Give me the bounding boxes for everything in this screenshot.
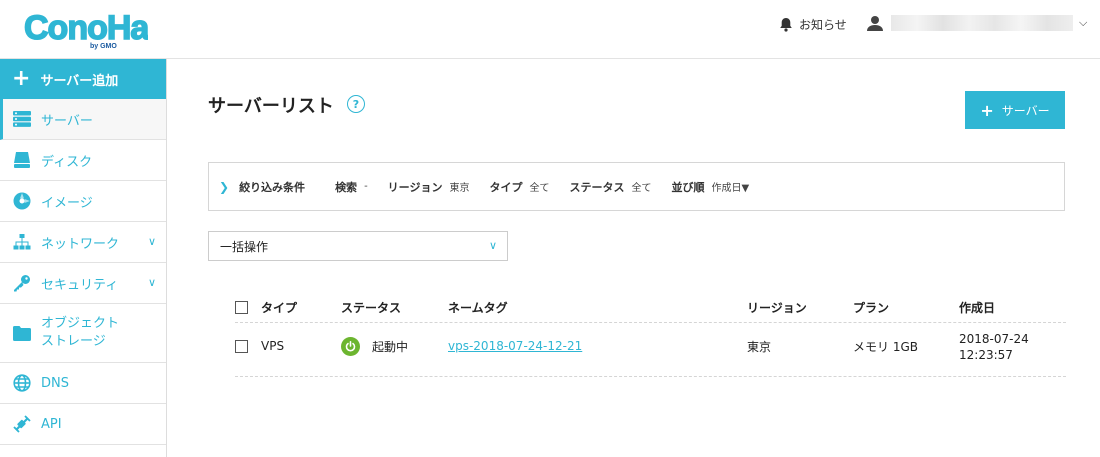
user-menu[interactable]: ⌵ [867,12,1087,34]
bulk-action-value: 一括操作 [220,239,269,254]
globe-icon [12,373,32,393]
row-name-tag: vps-2018-07-24-12-21 [448,323,582,369]
filter-search-value: - [364,181,368,192]
notice-label: お知らせ [799,17,847,32]
top-header: ConoHa by GMO お知らせ ⌵ [0,0,1100,59]
chevron-down-icon: ∨ [147,276,156,289]
disk-icon [12,150,32,170]
add-server-button-label: サーバー [1001,103,1050,118]
header-created-date[interactable]: 作成日 [959,291,995,323]
row-created-date: 2018-07-24 12:23:57 [959,332,1029,362]
sidebar-item-label: サーバー [41,113,93,129]
status-label: 起動中 [372,339,409,354]
filter-search-label: 検索 [335,180,358,194]
add-server-button[interactable]: + サーバー [965,91,1065,129]
select-all-checkbox[interactable] [235,291,248,323]
image-icon [12,191,32,211]
sidebar-item-label: イメージ [41,195,93,211]
filter-region-value: 東京 [449,183,470,194]
svg-text:by GMO: by GMO [90,43,117,50]
filter-title[interactable]: 絞り込み条件 [239,179,305,195]
table-header-row: タイプ ステータス ネームタグ リージョン プラン 作成日 [235,291,1066,323]
header-region[interactable]: リージョン [747,291,807,323]
sidebar-item-label: ネットワーク [41,236,120,252]
sidebar-item-label: DNS [41,375,69,391]
plus-icon: + [980,100,994,120]
header-type[interactable]: タイプ [261,291,297,323]
sidebar-item-security[interactable]: セキュリティ ∨ [0,263,166,304]
svg-text:ConoHa: ConoHa [24,9,148,47]
folder-icon [12,323,32,343]
row-region: 東京 [747,339,772,354]
bulk-action-select[interactable]: 一括操作 ∨ [208,231,508,261]
user-name-redacted [891,15,1073,31]
bell-icon [780,17,792,32]
notice-link[interactable]: お知らせ [779,14,847,34]
sidebar-item-label: ディスク [41,154,93,170]
table-row[interactable]: VPS 起動中 vps-2018-07-24-12-21 東京 メモリ 1GB … [235,323,1066,377]
sidebar-item-disk[interactable]: ディスク [0,140,166,181]
filter-region-label: リージョン [387,180,443,194]
filter-status-label: ステータス [569,180,625,194]
filter-type-value: 全て [529,183,550,194]
header-status[interactable]: ステータス [341,291,401,323]
sidebar-item-label: オブジェクト ストレージ [41,316,120,349]
filter-panel[interactable]: ❯ 絞り込み条件 検索 - リージョン 東京 タイプ 全て ステータス 全て 並… [208,162,1065,211]
plus-icon: + [12,66,31,91]
chevron-down-icon: ⌵ [1079,16,1088,29]
chevron-down-icon: ∨ [488,239,497,252]
row-checkbox[interactable] [235,323,248,369]
key-icon [12,273,32,293]
sidebar-item-server[interactable]: サーバー [0,99,166,140]
sidebar-item-label: API [41,416,62,432]
filter-type-label: タイプ [489,180,523,194]
add-server-label: サーバー追加 [40,73,119,89]
sidebar-item-network[interactable]: ネットワーク ∨ [0,222,166,263]
row-status: 起動中 [341,323,408,369]
chevron-down-icon: ∨ [147,235,156,248]
filter-sort-label: 並び順 [671,180,705,194]
server-table: タイプ ステータス ネームタグ リージョン プラン 作成日 VPS 起動中 vp… [235,291,1066,377]
header-plan[interactable]: プラン [853,291,889,323]
filter-sort-value: 作成日▼ [711,183,750,194]
filter-status-value: 全て [631,183,652,194]
chevron-right-icon[interactable]: ❯ [219,180,229,194]
help-icon[interactable]: ? [347,95,365,113]
server-name-link[interactable]: vps-2018-07-24-12-21 [448,339,582,353]
sidebar-item-label: セキュリティ [41,277,119,293]
network-icon [12,232,32,252]
api-icon [12,414,32,434]
add-server-sidebar-button[interactable]: + サーバー追加 [0,59,166,99]
page-title: サーバーリスト [208,96,334,117]
main-content: サーバーリスト ? + サーバー ❯ 絞り込み条件 検索 - リージョン 東京 … [168,59,1100,457]
sidebar-item-image[interactable]: イメージ [0,181,166,222]
user-icon [867,16,883,31]
conoha-logo[interactable]: ConoHa by GMO [24,6,148,52]
sidebar: + サーバー追加 サーバー ディスク イメージ ネットワーク ∨ セキュリティ … [0,59,167,457]
power-icon [341,336,360,356]
sidebar-item-object-storage[interactable]: オブジェクト ストレージ [0,304,166,363]
sidebar-item-api[interactable]: API [0,404,166,445]
header-name-tag[interactable]: ネームタグ [448,291,508,323]
server-icon [12,109,32,129]
row-plan: メモリ 1GB [853,339,918,354]
sidebar-item-dns[interactable]: DNS [0,363,166,404]
row-type: VPS [261,339,285,353]
